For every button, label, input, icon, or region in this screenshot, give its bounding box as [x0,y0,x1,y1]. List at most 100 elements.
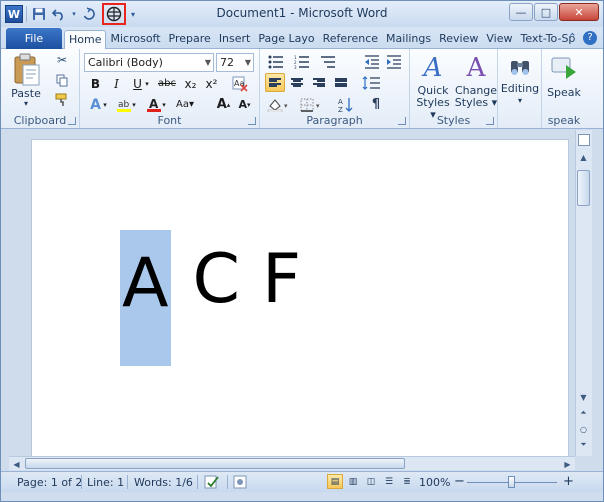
scroll-up-icon[interactable]: ▲ [576,150,591,164]
page-count-status[interactable]: Page: 1 of 2 [17,476,82,489]
horizontal-scrollbar[interactable]: ◀ ▶ [9,456,575,470]
align-left-icon [269,77,281,88]
tab-review[interactable]: Review [435,30,482,49]
highlight-dropdown-icon[interactable]: ▾ [130,95,138,114]
strikethrough-button[interactable]: abc [156,74,178,93]
font-launcher-icon[interactable] [248,117,256,125]
line-spacing-icon[interactable] [360,73,386,92]
speak-button[interactable]: Speak [542,51,586,99]
font-size-dropdown-icon[interactable]: ▼ [245,54,251,71]
italic-button[interactable]: I [107,74,126,93]
align-center-button[interactable] [287,73,307,92]
align-left-button[interactable] [265,73,285,92]
line-status[interactable]: Line: 1 [87,476,124,489]
outline-view-icon[interactable]: ☰ [381,474,397,489]
tab-row-right: ⌃ ? [568,31,597,45]
change-case-icon[interactable]: Aa▾ [172,95,198,114]
scroll-left-icon[interactable]: ◀ [9,457,24,471]
borders-icon[interactable]: ▾ [298,95,326,114]
svg-text:ab: ab [118,100,130,110]
web-layout-icon[interactable]: ◫ [363,474,379,489]
speak-group: Speak speak [542,49,603,128]
numbering-icon[interactable]: 123 [292,52,312,71]
change-styles-icon: A [466,53,486,83]
paragraph-launcher-icon[interactable] [398,117,406,125]
sort-icon[interactable]: AZ [336,95,356,114]
svg-text:▾: ▾ [284,102,288,110]
change-styles-button[interactable]: A Change Styles ▾ [454,51,498,109]
format-painter-icon[interactable] [54,92,70,108]
window-controls: — □ ✕ [509,3,599,21]
styles-group-label: Styles [436,114,471,127]
file-tab[interactable]: File [6,28,62,49]
vertical-scroll-thumb[interactable] [577,170,590,206]
tab-prepare[interactable]: Prepare [165,30,215,49]
font-name-dropdown-icon[interactable]: ▼ [205,54,211,71]
subscript-button[interactable]: x₂ [181,74,200,93]
decrease-indent-icon[interactable] [362,52,382,71]
browse-object-icon[interactable]: ○ [576,422,591,436]
vertical-scrollbar[interactable]: ▲ ▼ ⏶ ○ ⏷ [575,130,592,456]
maximize-button[interactable]: □ [534,3,558,21]
font-size-box[interactable]: 72 ▼ [216,53,254,72]
cut-icon[interactable]: ✂ [54,52,70,68]
tab-references[interactable]: Reference [319,30,382,49]
styles-launcher-icon[interactable] [486,117,494,125]
previous-page-icon[interactable]: ⏶ [576,406,591,420]
shading-icon[interactable]: ▾ [265,95,293,114]
show-formatting-marks-button[interactable]: ¶ [366,95,386,114]
paste-icon[interactable] [13,53,41,87]
shrink-font-button[interactable]: A ▾ [235,95,254,114]
quick-styles-button[interactable]: A Quick Styles ▾ [412,51,454,121]
document-char[interactable]: C [193,244,240,316]
tab-insert[interactable]: Insert [215,30,255,49]
tab-view[interactable]: View [482,30,516,49]
proofing-icon[interactable] [204,474,220,493]
document-page[interactable]: A C F [31,139,569,470]
tab-microsoft[interactable]: Microsoft [106,30,164,49]
zoom-out-button[interactable]: − [454,474,465,489]
print-layout-view-icon[interactable]: ▤ [327,474,343,489]
horizontal-scroll-thumb[interactable] [25,458,405,469]
selected-character[interactable]: A [120,230,171,366]
clear-formatting-icon[interactable]: Aa [230,74,249,93]
help-icon[interactable]: ? [583,31,597,45]
align-right-button[interactable] [309,73,329,92]
font-name-box[interactable]: Calibri (Body) ▼ [84,53,214,72]
increase-indent-icon[interactable] [384,52,404,71]
justify-button[interactable] [331,73,351,92]
zoom-level[interactable]: 100% [419,476,450,489]
macro-record-icon[interactable] [233,475,247,492]
text-effects-dropdown-icon[interactable]: ▾ [101,95,109,114]
tab-page-layout[interactable]: Page Layo [254,30,318,49]
bullets-icon[interactable] [266,52,286,71]
full-screen-reading-icon[interactable]: ▥ [345,474,361,489]
minimize-ribbon-icon[interactable]: ⌃ [568,31,577,45]
paste-dropdown-icon[interactable]: ▾ [6,99,46,108]
minimize-button[interactable]: — [509,3,533,21]
document-text[interactable]: A C F [120,230,301,366]
font-color-dropdown-icon[interactable]: ▾ [160,95,168,114]
scroll-down-icon[interactable]: ▼ [576,390,591,404]
zoom-slider-thumb[interactable] [508,476,515,488]
tab-mailings[interactable]: Mailings [382,30,435,49]
document-char[interactable]: F [262,244,301,316]
editing-button[interactable]: Editing ▾ [498,51,542,107]
bold-button[interactable]: B [86,74,105,93]
grow-font-button[interactable]: A ▴ [214,95,233,114]
draft-view-icon[interactable]: ≣ [399,474,415,489]
clipboard-launcher-icon[interactable] [68,117,76,125]
zoom-in-button[interactable]: + [563,474,574,489]
multilevel-list-icon[interactable] [318,52,338,71]
paragraph-group-label: Paragraph [306,114,363,127]
underline-dropdown-icon[interactable]: ▾ [143,74,151,93]
font-name-value: Calibri (Body) [88,56,163,69]
next-page-icon[interactable]: ⏷ [576,438,591,452]
superscript-button[interactable]: x² [202,74,221,93]
tab-home[interactable]: Home [64,30,107,49]
copy-icon[interactable] [54,72,70,88]
view-ruler-icon[interactable] [578,134,590,146]
word-count-status[interactable]: Words: 1/6 [134,476,193,489]
scroll-right-icon[interactable]: ▶ [560,457,575,471]
close-button[interactable]: ✕ [559,3,599,21]
